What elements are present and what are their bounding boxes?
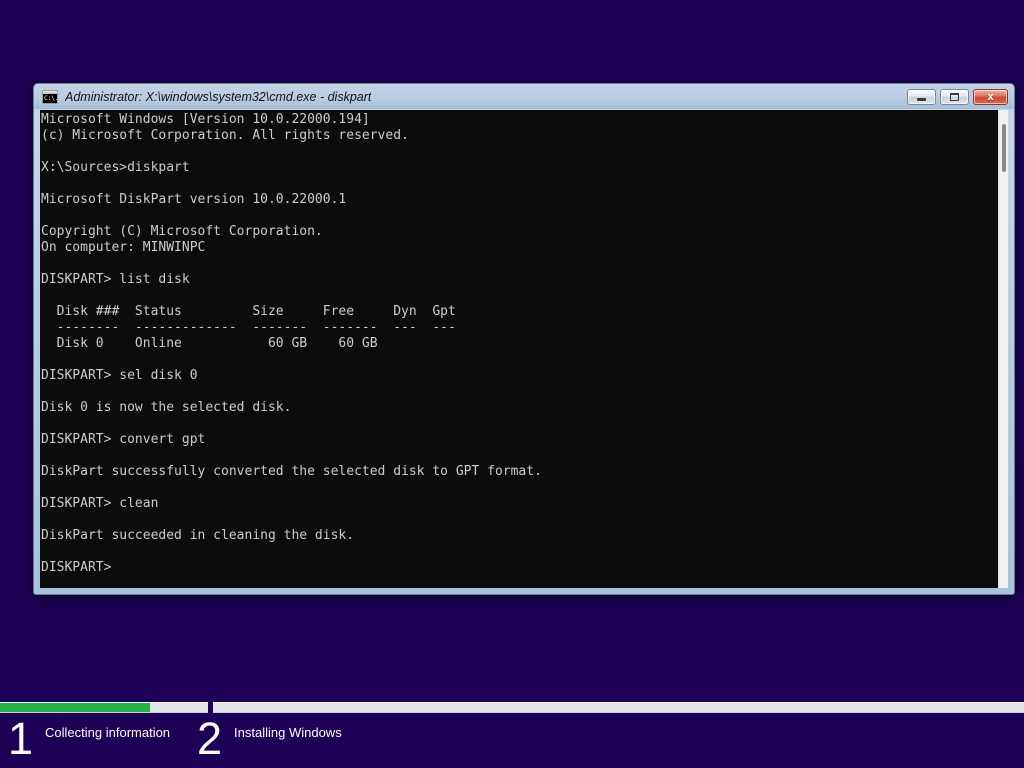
minimize-icon	[917, 98, 926, 101]
step-number: 2	[197, 713, 222, 764]
scrollbar[interactable]	[998, 110, 1008, 588]
window-title: Administrator: X:\windows\system32\cmd.e…	[65, 89, 372, 104]
progress-bar-step2	[213, 702, 1024, 713]
maximize-icon	[950, 92, 959, 101]
maximize-button[interactable]	[940, 88, 969, 105]
step-installing-windows: 2 Installing Windows	[197, 715, 342, 763]
progress-bar-step1	[0, 702, 208, 713]
cmd-icon: C:\.	[42, 89, 59, 104]
cmd-window: C:\. Administrator: X:\windows\system32\…	[33, 83, 1015, 595]
progress-fill-step1	[0, 703, 150, 712]
console-area[interactable]: Microsoft Windows [Version 10.0.22000.19…	[40, 110, 1008, 588]
titlebar[interactable]: C:\. Administrator: X:\windows\system32\…	[34, 84, 1014, 109]
step-number: 1	[8, 713, 33, 764]
step-label: Collecting information	[45, 725, 171, 740]
step-label: Installing Windows	[234, 725, 342, 740]
window-controls: x	[907, 88, 1008, 105]
setup-steps: 1 Collecting information 2 Installing Wi…	[0, 715, 1024, 768]
close-icon: x	[987, 90, 994, 103]
minimize-button[interactable]	[907, 88, 936, 105]
console-output[interactable]: Microsoft Windows [Version 10.0.22000.19…	[40, 110, 998, 588]
windows-setup-screen: { "background_color": "#1c0156", "window…	[0, 0, 1024, 768]
step-collecting-information: 1 Collecting information	[8, 715, 170, 763]
cmd-icon-glyph: C:\.	[44, 94, 59, 102]
close-button[interactable]: x	[973, 88, 1008, 105]
scrollbar-thumb[interactable]	[1002, 124, 1006, 172]
